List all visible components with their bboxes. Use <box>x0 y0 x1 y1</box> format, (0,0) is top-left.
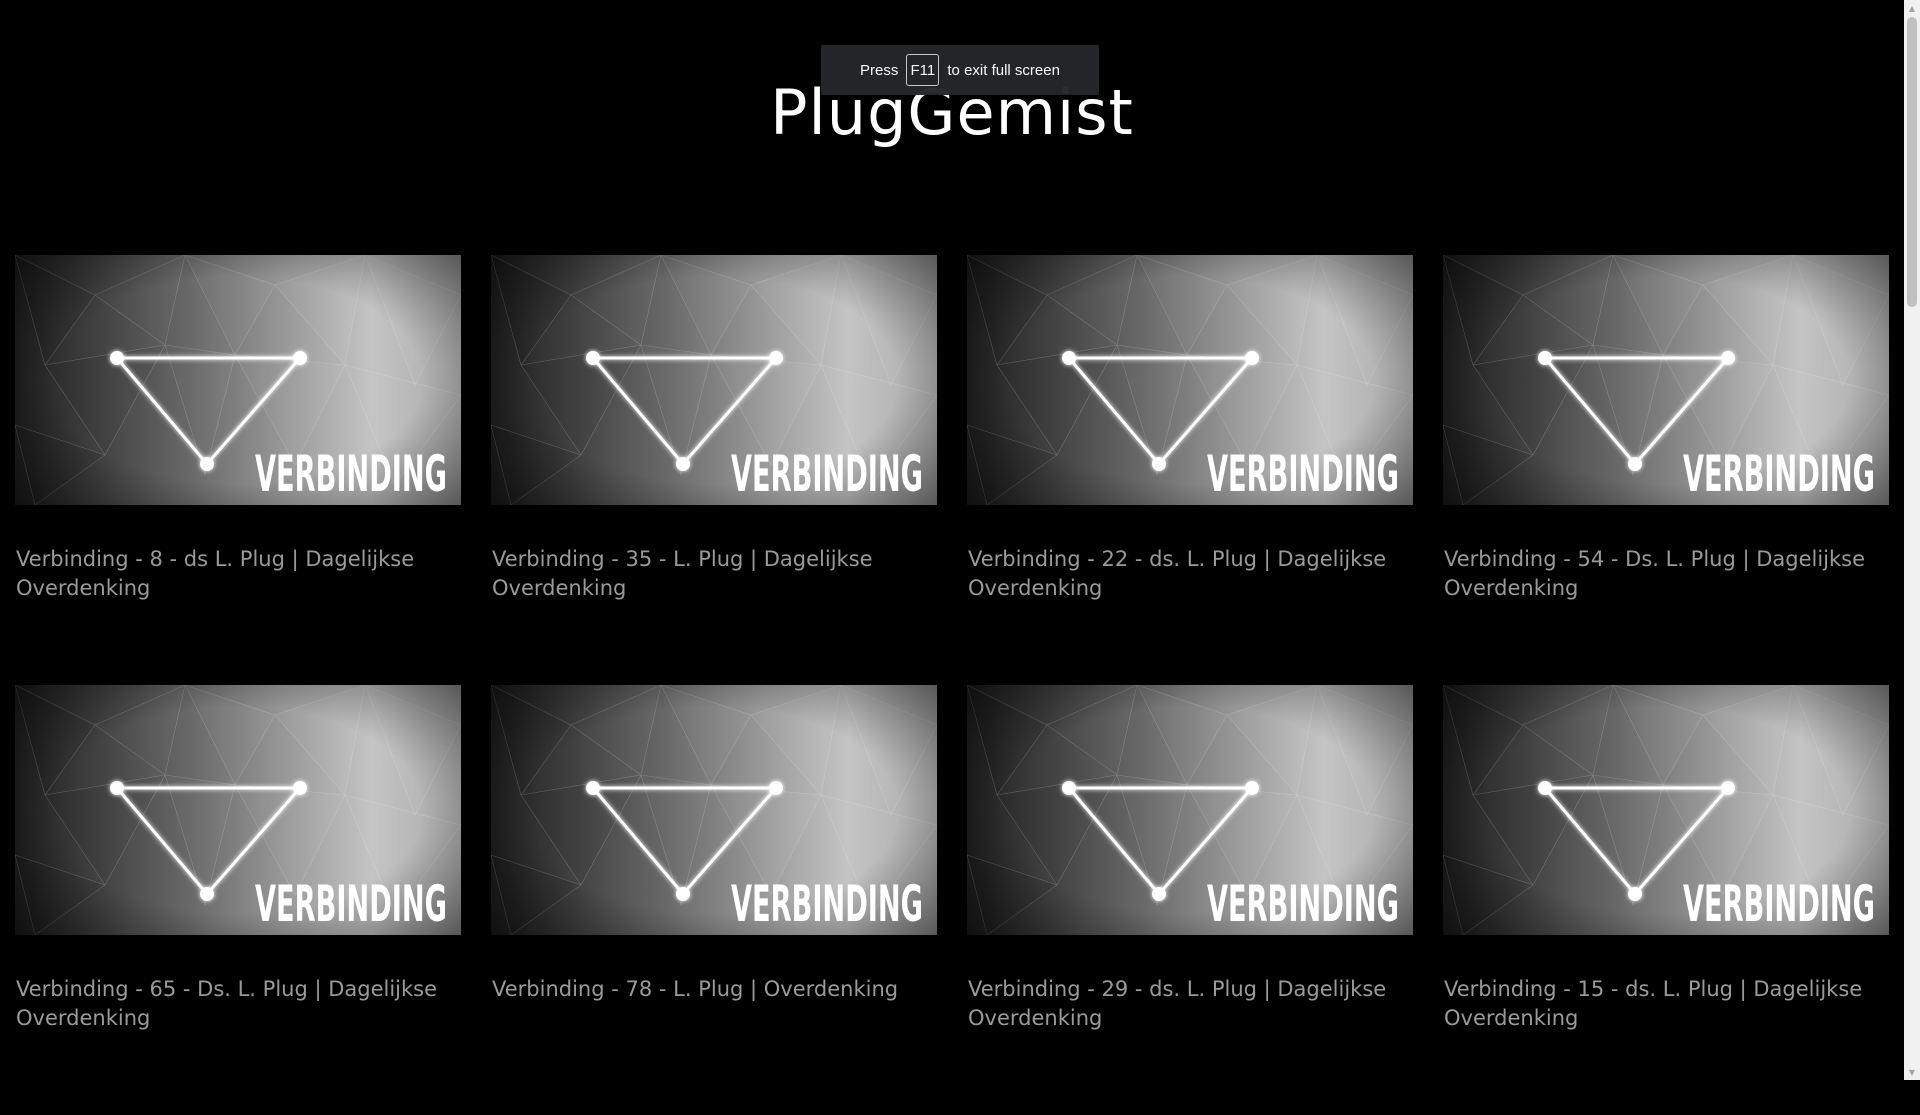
verbinding-thumbnail-image: VERBINDING <box>1443 685 1889 935</box>
verbinding-thumbnail-image: VERBINDING <box>967 255 1413 505</box>
scrollbar-thumb[interactable] <box>1907 17 1917 307</box>
thumbnail-label: VERBINDING <box>731 445 923 503</box>
episode-title[interactable]: Verbinding - 54 - Ds. L. Plug | Dagelijk… <box>1444 545 1889 603</box>
episode-card[interactable]: VERBINDING Verbinding - 35 - L. Plug | D… <box>491 255 937 685</box>
episode-thumbnail[interactable]: VERBINDING <box>15 685 461 935</box>
episode-card[interactable]: VERBINDING Verbinding - 65 - Ds. L. Plug… <box>15 685 461 1115</box>
vertical-scrollbar[interactable]: ▲ ▼ <box>1904 0 1920 1080</box>
episode-title[interactable]: Verbinding - 29 - ds. L. Plug | Dagelijk… <box>968 975 1413 1033</box>
scroll-down-arrow-icon[interactable]: ▼ <box>1904 1064 1920 1080</box>
thumbnail-label: VERBINDING <box>731 875 923 933</box>
episode-title[interactable]: Verbinding - 65 - Ds. L. Plug | Dagelijk… <box>16 975 461 1033</box>
thumbnail-label: VERBINDING <box>1207 875 1399 933</box>
verbinding-thumbnail-image: VERBINDING <box>15 255 461 505</box>
episode-thumbnail[interactable]: VERBINDING <box>491 685 937 935</box>
episode-title[interactable]: Verbinding - 8 - ds L. Plug | Dagelijkse… <box>16 545 461 603</box>
verbinding-thumbnail-image: VERBINDING <box>1443 255 1889 505</box>
f11-key: F11 <box>906 54 940 86</box>
verbinding-thumbnail-image: VERBINDING <box>967 685 1413 935</box>
episode-grid: VERBINDING Verbinding - 8 - ds L. Plug |… <box>15 255 1889 1115</box>
episode-title[interactable]: Verbinding - 78 - L. Plug | Overdenking <box>492 975 937 1004</box>
thumbnail-label: VERBINDING <box>1683 875 1875 933</box>
episode-card[interactable]: VERBINDING Verbinding - 8 - ds L. Plug |… <box>15 255 461 685</box>
thumbnail-label: VERBINDING <box>255 445 447 503</box>
verbinding-thumbnail-image: VERBINDING <box>15 685 461 935</box>
episode-card[interactable]: VERBINDING Verbinding - 29 - ds. L. Plug… <box>967 685 1413 1115</box>
verbinding-thumbnail-image: VERBINDING <box>491 685 937 935</box>
fullscreen-notice-suffix: to exit full screen <box>947 61 1060 79</box>
episode-thumbnail[interactable]: VERBINDING <box>491 255 937 505</box>
thumbnail-label: VERBINDING <box>255 875 447 933</box>
episode-card[interactable]: VERBINDING Verbinding - 22 - ds. L. Plug… <box>967 255 1413 685</box>
episode-thumbnail[interactable]: VERBINDING <box>15 255 461 505</box>
fullscreen-notice-prefix: Press <box>860 61 899 79</box>
episode-card[interactable]: VERBINDING Verbinding - 78 - L. Plug | O… <box>491 685 937 1115</box>
episode-thumbnail[interactable]: VERBINDING <box>967 255 1413 505</box>
fullscreen-notice: Press F11 to exit full screen <box>821 45 1099 95</box>
episode-card[interactable]: VERBINDING Verbinding - 15 - ds. L. Plug… <box>1443 685 1889 1115</box>
scroll-up-arrow-icon[interactable]: ▲ <box>1904 0 1920 16</box>
thumbnail-label: VERBINDING <box>1207 445 1399 503</box>
episode-title[interactable]: Verbinding - 15 - ds. L. Plug | Dagelijk… <box>1444 975 1889 1033</box>
episode-thumbnail[interactable]: VERBINDING <box>967 685 1413 935</box>
episode-title[interactable]: Verbinding - 35 - L. Plug | Dagelijkse O… <box>492 545 937 603</box>
episode-title[interactable]: Verbinding - 22 - ds. L. Plug | Dagelijk… <box>968 545 1413 603</box>
episode-thumbnail[interactable]: VERBINDING <box>1443 685 1889 935</box>
episode-card[interactable]: VERBINDING Verbinding - 54 - Ds. L. Plug… <box>1443 255 1889 685</box>
verbinding-thumbnail-image: VERBINDING <box>491 255 937 505</box>
thumbnail-label: VERBINDING <box>1683 445 1875 503</box>
episode-thumbnail[interactable]: VERBINDING <box>1443 255 1889 505</box>
